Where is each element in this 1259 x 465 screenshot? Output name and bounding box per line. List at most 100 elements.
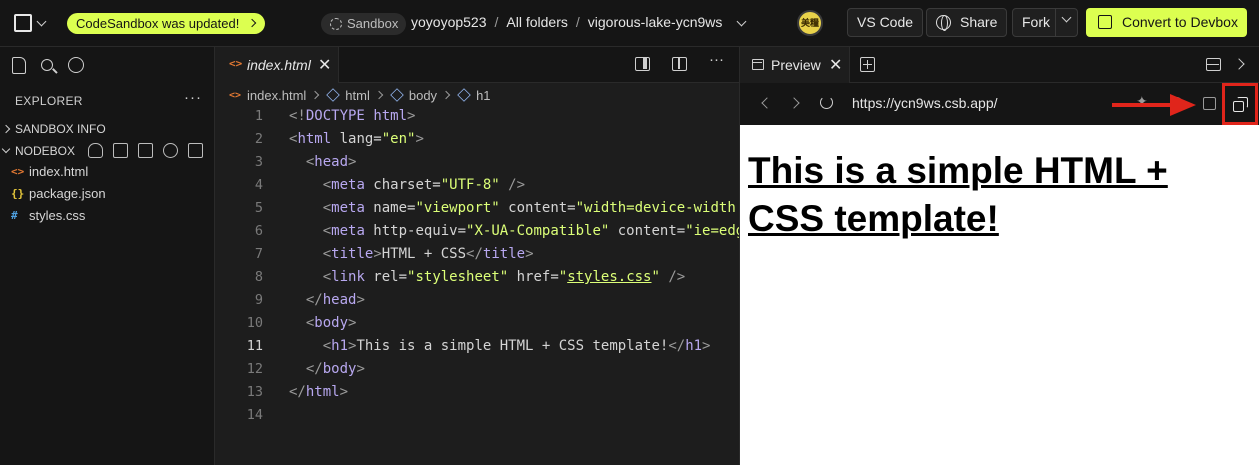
fork-button[interactable]: Fork xyxy=(1012,8,1056,37)
toggle-sidebar-icon[interactable] xyxy=(635,57,650,71)
browser-icon xyxy=(752,59,764,70)
file-item-index-html[interactable]: <> index.html xyxy=(0,161,214,183)
section-sandbox-info[interactable]: SANDBOX INFO xyxy=(0,118,214,140)
chevron-right-icon[interactable] xyxy=(1233,58,1245,70)
breadcrumb-h1[interactable]: h1 xyxy=(476,88,490,103)
file-name: index.html xyxy=(29,164,89,179)
share-button[interactable]: Share xyxy=(926,8,1008,37)
section-label: NODEBOX xyxy=(15,144,76,158)
close-icon[interactable]: ✕ xyxy=(318,55,331,75)
chevron-right-icon xyxy=(248,18,257,28)
open-vscode-button[interactable]: VS Code xyxy=(847,8,924,37)
code-text: <h1>This is a simple HTML + CSS template… xyxy=(322,338,711,354)
files-icon[interactable] xyxy=(12,57,26,74)
code-line[interactable]: 8 <link rel="stylesheet" href="styles.cs… xyxy=(215,266,739,289)
tab-index-html[interactable]: <> index.html ✕ xyxy=(215,47,339,83)
line-number: 9 xyxy=(254,292,263,308)
cloud-upload-icon[interactable] xyxy=(88,143,103,158)
preview-frame: This is a simple HTML + CSS template! xyxy=(740,125,1259,465)
tab-label: Preview xyxy=(771,57,821,73)
preview-panel: Preview ✕ https://ycn9ws.csb.app/ ✦ This… xyxy=(739,47,1259,465)
line-number: 7 xyxy=(254,246,263,262)
file-item-package-json[interactable]: {} package.json xyxy=(0,183,214,205)
preview-tab-bar: Preview ✕ xyxy=(740,47,1259,83)
editor-breadcrumb: <> index.html html body h1 xyxy=(229,86,491,104)
search-icon[interactable] xyxy=(41,59,53,71)
section-nodebox[interactable]: NODEBOX xyxy=(0,140,214,162)
chevron-down-icon xyxy=(36,16,47,26)
chevron-right-icon xyxy=(1,124,11,134)
collapse-all-icon[interactable] xyxy=(188,143,203,158)
breadcrumb-sandbox-name[interactable]: vigorous-lake-ycn9ws xyxy=(588,14,723,30)
file-name: styles.css xyxy=(29,208,86,223)
fork-options-button[interactable] xyxy=(1055,8,1078,37)
annotation-highlight-box xyxy=(1222,83,1258,125)
box-icon xyxy=(1098,15,1112,29)
file-name: package.json xyxy=(29,186,106,201)
code-text: <body> xyxy=(305,315,357,331)
refresh-icon[interactable] xyxy=(163,143,178,158)
code-line[interactable]: 11 <h1>This is a simple HTML + CSS templ… xyxy=(215,335,739,358)
breadcrumb-file[interactable]: index.html xyxy=(247,88,306,103)
html-file-icon: <> xyxy=(11,165,25,178)
avatar[interactable]: 美糧 xyxy=(797,10,823,36)
code-line[interactable]: 14 xyxy=(215,404,739,427)
more-options-icon[interactable]: ··· xyxy=(184,89,202,106)
refresh-icon[interactable] xyxy=(820,96,833,109)
file-item-styles-css[interactable]: # styles.css xyxy=(0,205,214,227)
breadcrumb-body[interactable]: body xyxy=(409,88,437,103)
element-icon xyxy=(326,88,341,102)
code-line[interactable]: 12 </body> xyxy=(215,358,739,381)
code-line[interactable]: 2 <html lang="en"> xyxy=(215,128,739,151)
code-text: <title>HTML + CSS</title> xyxy=(322,246,534,262)
github-icon[interactable] xyxy=(68,57,84,73)
line-number: 12 xyxy=(246,361,263,377)
line-number: 14 xyxy=(246,407,263,423)
codesandbox-logo-icon xyxy=(14,14,32,32)
new-folder-icon[interactable] xyxy=(138,143,153,158)
layout-icon[interactable] xyxy=(1206,58,1221,71)
breadcrumb-user[interactable]: yoyoyop523 xyxy=(411,14,487,30)
more-options-icon[interactable]: ··· xyxy=(709,52,725,71)
breadcrumb-separator: / xyxy=(494,14,499,30)
back-icon[interactable] xyxy=(761,97,773,109)
code-line[interactable]: 6 <meta http-equiv="X-UA-Compatible" con… xyxy=(215,220,753,243)
code-line[interactable]: 7 <title>HTML + CSS</title> xyxy=(215,243,739,266)
code-line[interactable]: 4 <meta charset="UTF-8" /> xyxy=(215,174,739,197)
update-notice-button[interactable]: CodeSandbox was updated! xyxy=(67,13,266,34)
code-line[interactable]: 5 <meta name="viewport" content="width=d… xyxy=(215,197,739,220)
convert-to-devbox-button[interactable]: Convert to Devbox xyxy=(1086,8,1247,37)
sandbox-badge[interactable]: Sandbox xyxy=(321,13,407,35)
code-text: </html> xyxy=(289,384,349,400)
breadcrumb-folder[interactable]: All folders xyxy=(506,14,567,30)
forward-icon[interactable] xyxy=(788,97,800,109)
new-file-icon[interactable] xyxy=(113,143,128,158)
explorer-title: EXPLORER xyxy=(15,94,83,108)
chevron-down-icon xyxy=(1,144,11,154)
code-line[interactable]: 3 <head> xyxy=(215,151,739,174)
preview-heading: This is a simple HTML + CSS template! xyxy=(748,150,1168,239)
editor-actions: ··· xyxy=(635,52,725,71)
add-tab-icon[interactable] xyxy=(860,57,875,72)
breadcrumb-html[interactable]: html xyxy=(345,88,370,103)
code-editor: <> index.html ✕ ··· <> index.html html b… xyxy=(215,47,952,465)
split-editor-icon[interactable] xyxy=(672,57,687,71)
element-icon xyxy=(457,88,471,102)
sandbox-badge-label: Sandbox xyxy=(347,16,399,31)
line-number: 8 xyxy=(254,269,263,285)
code-line[interactable]: 13 </html> xyxy=(215,381,739,404)
breadcrumb-separator: / xyxy=(575,14,580,30)
tab-preview[interactable]: Preview ✕ xyxy=(740,47,850,83)
devtools-icon[interactable] xyxy=(1203,97,1216,110)
element-icon xyxy=(390,88,404,102)
code-line[interactable]: 1 <!DOCTYPE html> xyxy=(215,105,739,128)
chevron-right-icon xyxy=(441,90,451,100)
codesandbox-menu-button[interactable] xyxy=(14,14,47,32)
url-input[interactable]: https://ycn9ws.csb.app/ xyxy=(852,95,998,111)
code-line[interactable]: 10 <body> xyxy=(215,312,739,335)
preview-toolbar: https://ycn9ws.csb.app/ ✦ xyxy=(740,83,1259,125)
close-icon[interactable]: ✕ xyxy=(829,55,842,75)
code-line[interactable]: 9 </head> xyxy=(215,289,739,312)
tab-label: index.html xyxy=(247,57,311,73)
chevron-down-icon[interactable] xyxy=(736,16,747,27)
